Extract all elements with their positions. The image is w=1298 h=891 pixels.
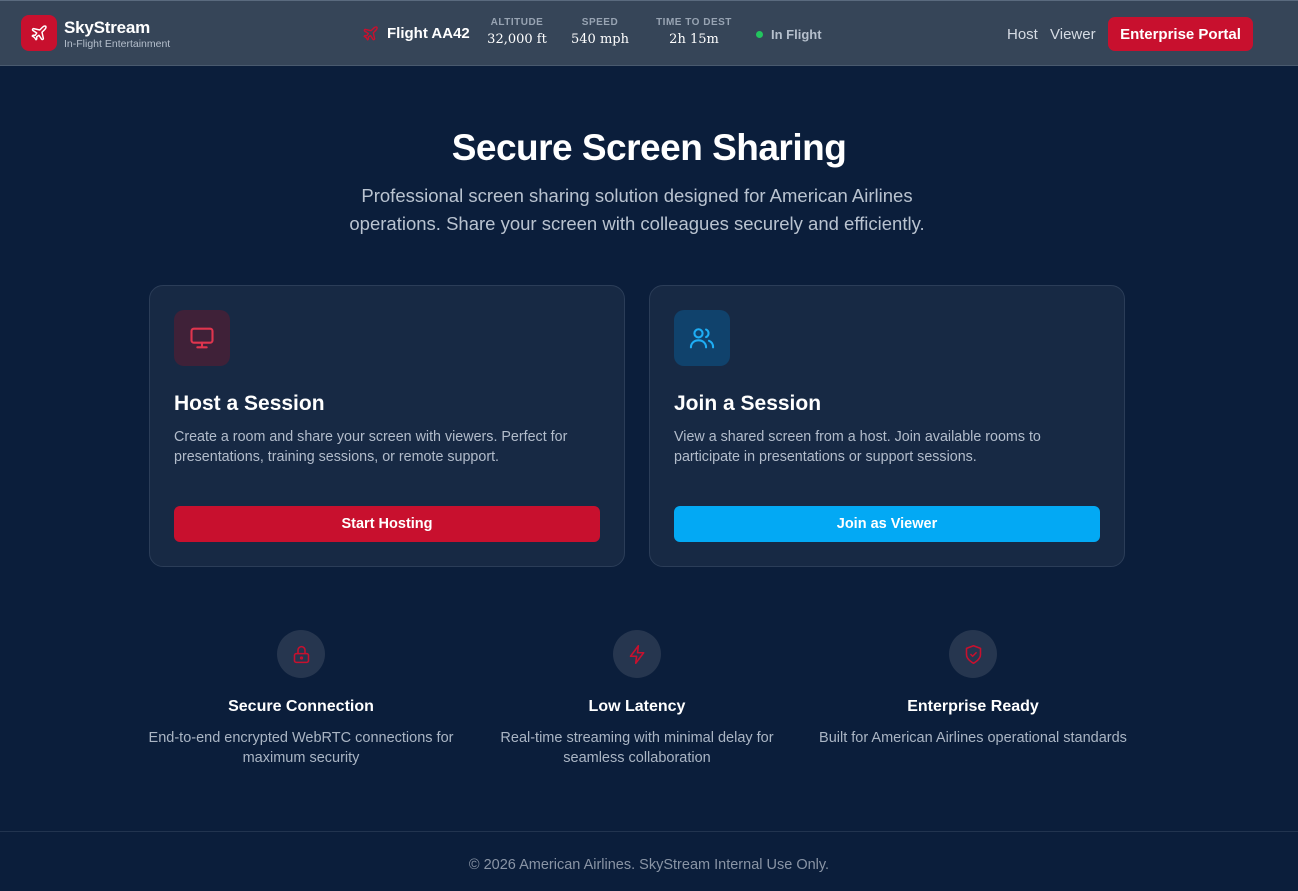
brand-subtitle: In-Flight Entertainment [64,38,171,50]
monitor-icon [190,327,214,349]
card-title: Join a Session [674,392,822,415]
feature-icon-container [277,630,325,678]
feature-low-latency: Low Latency Real-time streaming with min… [477,630,797,768]
feature-title: Low Latency [588,698,686,715]
stat-value: 540 mph [571,32,629,47]
card-icon-container [174,310,230,366]
lock-icon [293,645,309,663]
feature-enterprise-ready: Enterprise Ready Built for American Airl… [813,630,1133,748]
nav-link-viewer[interactable]: Viewer [1050,26,1096,43]
flight-number: Flight AA42 [387,25,470,42]
plane-icon [31,25,47,41]
stat-label: TIME TO DEST [656,17,732,28]
status-dot-icon [756,31,763,38]
footer-divider [0,831,1298,832]
brand-logo[interactable] [21,15,57,51]
card-description: View a shared screen from a host. Join a… [674,429,1041,465]
page-subtitle: Professional screen sharing solution des… [349,185,925,234]
join-session-card: Join a Session View a shared screen from… [649,285,1125,567]
feature-icon-container [613,630,661,678]
altitude-stat: ALTITUDE 32,000 ft [486,17,548,47]
feature-description: Built for American Airlines operational … [819,730,1127,746]
join-as-viewer-button[interactable]: Join as Viewer [674,506,1100,542]
users-icon [689,328,715,349]
feature-description: End-to-end encrypted WebRTC connections … [148,730,454,766]
feature-title: Secure Connection [228,698,374,715]
nav-link-host[interactable]: Host [1007,26,1038,43]
flight-status: In Flight [756,27,822,42]
shield-check-icon [965,644,981,664]
feature-title: Enterprise Ready [907,698,1039,715]
card-icon-container [674,310,730,366]
host-session-card: Host a Session Create a room and share y… [149,285,625,567]
feature-description: Real-time streaming with minimal delay f… [500,730,774,766]
page-title: Secure Screen Sharing [451,127,847,168]
stat-label: ALTITUDE [490,17,544,28]
feature-icon-container [949,630,997,678]
status-label: In Flight [771,27,822,42]
lightning-icon [629,644,644,664]
flight-info: Flight AA42 [362,25,470,42]
stat-label: SPEED [581,17,619,28]
stat-value: 2h 15m [669,32,719,47]
stat-value: 32,000 ft [487,32,547,47]
plane-icon [363,26,378,41]
time-to-dest-stat: TIME TO DEST 2h 15m [652,17,736,47]
feature-secure-connection: Secure Connection End-to-end encrypted W… [141,630,461,768]
brand-name: SkyStream [64,18,151,37]
start-hosting-button[interactable]: Start Hosting [174,506,600,542]
footer-copyright: © 2026 American Airlines. SkyStream Inte… [468,857,830,873]
speed-stat: SPEED 540 mph [566,17,634,47]
enterprise-portal-button[interactable]: Enterprise Portal [1108,17,1253,51]
card-description: Create a room and share your screen with… [174,429,568,465]
top-navbar: SkyStream In-Flight Entertainment Flight… [0,0,1298,66]
card-title: Host a Session [174,392,325,415]
